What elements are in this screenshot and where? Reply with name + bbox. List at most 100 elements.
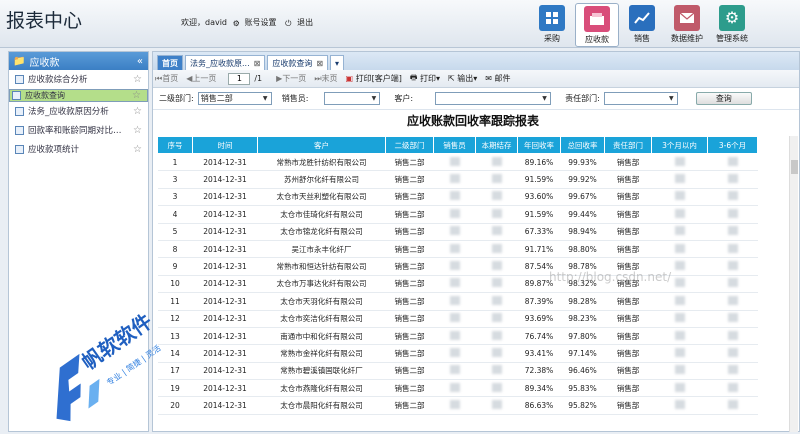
sidebar-item-analysis[interactable]: 应收款综合分析 ☆ <box>9 70 148 89</box>
table-cell <box>707 223 758 241</box>
sidebar-item-stats[interactable]: 应收款项统计 ☆ <box>9 140 148 159</box>
table-cell: 98.28% <box>560 292 605 311</box>
chart-icon <box>629 5 655 31</box>
first-page-button[interactable]: ⏮ 首页 <box>155 73 178 84</box>
table-cell: 销售部 <box>604 310 652 328</box>
table-row: 20 2014-12-31 太仓市晨阳化纤有限公司 销售二部 86.63% 95.82% 销… <box>157 396 758 415</box>
table-cell: 98.80% <box>560 240 605 259</box>
star-icon[interactable]: ☆ <box>133 106 142 117</box>
resp-dept-label: 责任部门: <box>565 94 600 103</box>
table-row: 5 2014-12-31 太仓市锦龙化纤有限公司 销售二部 67.33% 98.94% 销售… <box>157 223 758 241</box>
table-cell <box>651 205 708 224</box>
table-cell: 9 <box>157 257 193 276</box>
module-sales[interactable]: 销售 <box>620 3 664 47</box>
scroll-thumb[interactable] <box>791 160 798 174</box>
close-icon[interactable]: ⊠ <box>316 59 323 68</box>
print-client-button[interactable]: ▣ 打印[客户端] <box>346 73 402 84</box>
table-cell <box>651 240 708 259</box>
table-cell: 销售二部 <box>385 327 434 346</box>
star-icon[interactable]: ☆ <box>133 74 142 85</box>
chevron-down-icon: ▼ <box>371 95 377 102</box>
col-header: 二级部门 <box>385 136 434 154</box>
table-row: 19 2014-12-31 太仓市燕隆化纤有限公司 销售二部 89.34% 95.83% 销… <box>157 379 758 398</box>
dept-select[interactable]: 销售二部 ▼ <box>197 92 272 105</box>
gear-icon: ⚙ <box>232 19 240 28</box>
col-header: 销售员 <box>433 136 476 154</box>
table-cell <box>707 275 758 294</box>
sales-select[interactable]: ▼ <box>324 92 381 105</box>
table-cell: 67.33% <box>517 223 561 241</box>
table-cell: 2014-12-31 <box>192 240 258 259</box>
table-cell: 2014-12-31 <box>192 170 258 189</box>
table-cell: 销售部 <box>604 362 652 381</box>
table-cell: 87.39% <box>517 292 561 311</box>
query-button[interactable]: 查询 <box>695 92 752 105</box>
table-cell: 2014-12-31 <box>192 379 258 398</box>
table-cell: 销售部 <box>604 240 652 259</box>
table-cell: 93.69% <box>517 310 561 328</box>
table-cell: 76.74% <box>517 327 561 346</box>
table-row: 13 2014-12-31 南通市中和化纤有限公司 销售二部 76.74% 97.80% 销… <box>157 327 758 346</box>
table-cell <box>651 310 708 328</box>
col-header: 客户 <box>257 136 386 154</box>
table-cell <box>651 327 708 346</box>
report-icon <box>15 125 24 135</box>
table-cell <box>475 188 518 207</box>
prev-page-button[interactable]: ◀ 上一页 <box>186 73 216 84</box>
sidebar-item-compare[interactable]: 回款率和账龄同期对比… ☆ <box>9 121 148 140</box>
module-purchase[interactable]: 采购 <box>530 3 574 47</box>
table-cell <box>707 205 758 224</box>
chevron-down-icon: ▼ <box>262 95 268 102</box>
last-page-button[interactable]: ⏭ 末页 <box>314 73 337 84</box>
table-cell <box>651 379 708 398</box>
star-icon[interactable]: ☆ <box>133 144 142 155</box>
page-number-input[interactable]: 1 <box>228 72 251 85</box>
sidebar-item-query[interactable]: 应收款查询 ☆ <box>9 89 148 102</box>
star-icon[interactable]: ☆ <box>132 90 141 101</box>
table-cell: 常熟市碧溪镇国联化纤厂 <box>257 362 386 381</box>
customer-label: 客户: <box>394 94 414 103</box>
table-cell: 南通市中和化纤有限公司 <box>257 327 386 346</box>
dept-label: 二级部门: <box>159 94 194 103</box>
table-cell: 97.80% <box>560 327 605 346</box>
table-cell <box>433 362 476 381</box>
table-cell <box>651 170 708 189</box>
export-button[interactable]: ⇱ 输出 ▾ <box>448 73 477 84</box>
table-cell: 5 <box>157 223 193 241</box>
resp-dept-select[interactable]: ▼ <box>603 92 678 105</box>
close-icon[interactable]: ⊠ <box>254 59 261 68</box>
table-cell <box>433 188 476 207</box>
logout-link[interactable]: ⏻ 退出 <box>285 18 316 28</box>
col-header: 本期结存 <box>475 136 518 154</box>
module-receivable[interactable]: 应收款 <box>575 3 619 47</box>
table-cell: 销售部 <box>604 205 652 224</box>
sidebar-item-legal[interactable]: 法务_应收款原因分析 ☆ <box>9 102 148 121</box>
col-header: 年回收率 <box>517 136 561 154</box>
table-cell: 1 <box>157 153 193 172</box>
watermark-logo: 帆软软件 专业 | 简捷 | 灵活 <box>30 306 190 426</box>
mail-button[interactable]: ✉ 邮件 <box>485 73 510 84</box>
print-button[interactable]: 🖶 打印 ▾ <box>410 72 440 86</box>
table-cell <box>433 327 476 346</box>
next-page-button[interactable]: ▶ 下一页 <box>276 73 306 84</box>
table-cell: 销售部 <box>604 379 652 398</box>
user-bar: 欢迎，david ⚙ 账号设置 ⏻ 退出 <box>181 17 319 28</box>
col-header: 3个月以内 <box>651 136 708 154</box>
customer-select[interactable]: ▼ <box>435 92 552 105</box>
tab-dropdown-icon[interactable]: ▾ <box>330 55 345 70</box>
collapse-icon[interactable]: « <box>137 56 143 67</box>
table-cell: 销售二部 <box>385 188 434 207</box>
table-row: 8 2014-12-31 吴江市永丰化纤厂 销售二部 91.71% 98.80% 销售部 <box>157 240 758 259</box>
star-icon[interactable]: ☆ <box>133 125 142 136</box>
table-cell <box>651 223 708 241</box>
module-data-maintenance[interactable]: 数据维护 <box>665 3 709 47</box>
table-cell: 72.38% <box>517 362 561 381</box>
module-admin[interactable]: ⚙ 管理系统 <box>710 3 754 47</box>
table-cell <box>433 275 476 294</box>
tab-legal[interactable]: 法务_应收款原... ⊠ <box>185 55 266 70</box>
vertical-scrollbar[interactable] <box>789 136 798 432</box>
tab-query[interactable]: 应收款查询 ⊠ <box>267 55 329 70</box>
tab-home[interactable]: 首页 <box>157 55 183 70</box>
settings-link[interactable]: ⚙ 账号设置 <box>232 18 280 28</box>
welcome-text: 欢迎，david <box>181 18 228 27</box>
